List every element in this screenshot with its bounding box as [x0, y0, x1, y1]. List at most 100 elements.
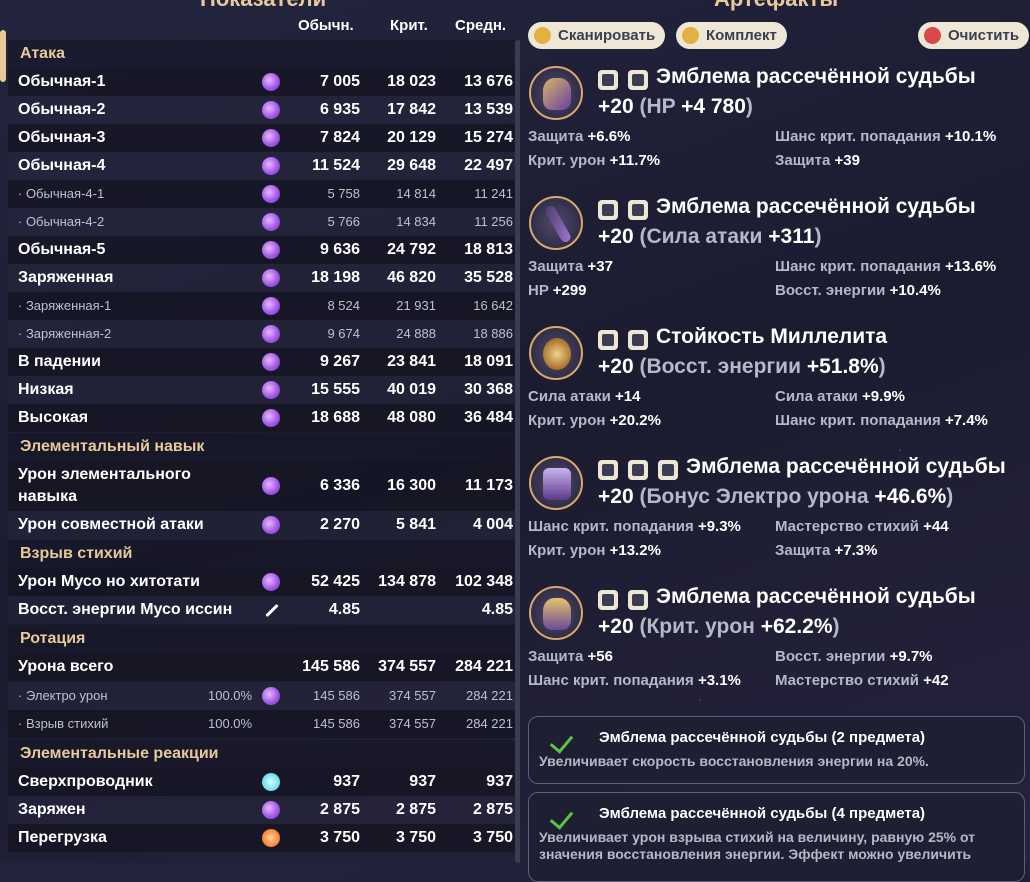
- open-paren: (: [633, 615, 647, 638]
- table-row: Обычная-2 6 935 17 842 13 539: [8, 96, 515, 124]
- lock-icon: [662, 464, 674, 476]
- artifact-card[interactable]: Эмблема рассечённой судьбы +20 (HP +4 780…: [524, 60, 1024, 184]
- artifact-substat: Восст. энергии +10.4%: [775, 282, 941, 299]
- substat-label: Восст. энергии: [775, 648, 890, 665]
- trash-icon: [632, 594, 644, 606]
- substat-label: Шанс крит. попадания: [775, 412, 945, 429]
- scan-button-label: Сканировать: [558, 27, 656, 44]
- row-name: Урон элементального навыка: [18, 466, 191, 505]
- main-stat-name: Бонус Электро урона: [646, 485, 869, 508]
- search-icon: [534, 27, 551, 44]
- set-bonus-description: Увеличивает скорость восстановления энер…: [539, 753, 929, 769]
- edit-button[interactable]: [598, 590, 618, 610]
- value-avg: 4.85: [481, 601, 513, 618]
- stats-panel: Показатели Обычн. Крит. Средн. АтакаОбыч…: [0, 0, 520, 863]
- row-name: Заряжен: [18, 801, 86, 818]
- row-name: · Электро урон: [18, 688, 108, 703]
- value-avg: 11 173: [464, 477, 513, 494]
- table-row: · Обычная-4-1 5 758 14 814 11 241: [8, 180, 515, 208]
- column-header-normal[interactable]: Обычн.: [298, 17, 354, 34]
- delete-button[interactable]: [628, 590, 648, 610]
- artifact-glyph-icon: [543, 204, 573, 244]
- edit-icon: [602, 74, 614, 86]
- delete-button[interactable]: [628, 70, 648, 90]
- checkmark-icon: [549, 805, 574, 830]
- artifact-substat: Шанс крит. попадания +3.1%: [528, 672, 741, 689]
- edit-button[interactable]: [598, 70, 618, 90]
- edit-button[interactable]: [598, 200, 618, 220]
- value-avg: 11 256: [474, 214, 513, 229]
- table-row: Высокая 18 688 48 080 36 484: [8, 404, 515, 432]
- checkmark-icon: [549, 729, 574, 754]
- substat-value: +20.2%: [609, 412, 661, 429]
- artifact-card[interactable]: Эмблема рассечённой судьбы +20 (Сила атак…: [524, 190, 1024, 314]
- substat-label: HP: [528, 282, 553, 299]
- table-row: Перегрузка 3 750 3 750 3 750: [8, 824, 515, 852]
- substat-label: Мастерство стихий: [775, 518, 924, 535]
- scan-button[interactable]: Сканировать: [528, 22, 666, 49]
- table-row: Урон элементального навыка 6 336 16 300 11 …: [8, 461, 515, 511]
- close-paren: ): [814, 225, 822, 248]
- row-name: Сверхпроводник: [18, 773, 153, 790]
- delete-button[interactable]: [628, 330, 648, 350]
- artifact-substat: Защита +7.3%: [775, 542, 877, 559]
- column-header-crit[interactable]: Крит.: [390, 17, 428, 34]
- edit-button[interactable]: [598, 330, 618, 350]
- section-header: Элементальные реакции: [8, 740, 515, 768]
- substat-label: Шанс крит. попадания: [528, 518, 698, 535]
- value-normal: 4.85: [328, 601, 360, 618]
- value-avg: 937: [486, 773, 513, 790]
- stats-title: Показатели: [200, 0, 326, 12]
- table-row: Низкая 15 555 40 019 30 368: [8, 376, 515, 404]
- substat-value: +14: [615, 388, 641, 405]
- edit-icon: [602, 594, 614, 606]
- artifact-card[interactable]: Эмблема рассечённой судьбы +20 (Бонус Эле…: [524, 450, 1024, 574]
- value-avg: 15 274: [464, 129, 513, 146]
- substat-value: +7.4%: [944, 412, 988, 429]
- value-avg: 35 528: [464, 269, 513, 286]
- substat-label: Крит. урон: [528, 412, 610, 429]
- artifact-main-stat: +20 (Крит. урон +62.2%): [598, 615, 840, 639]
- artifact-substat: Восст. энергии +9.7%: [775, 648, 933, 665]
- set-button-label: Комплект: [706, 27, 777, 44]
- delete-button[interactable]: [628, 200, 648, 220]
- set-bonus-name: Эмблема рассечённой судьбы (2 предмета): [599, 729, 926, 746]
- value-avg: 30 368: [464, 381, 513, 398]
- artifact-card[interactable]: Стойкость Миллелита +20 (Восст. энергии +…: [524, 320, 1024, 444]
- main-stat-value: +51.8%: [801, 355, 879, 378]
- row-name: Низкая: [18, 381, 74, 398]
- main-stat-name: Сила атаки: [646, 225, 763, 248]
- row-name: · Обычная-4-2: [18, 214, 105, 229]
- column-header-avg[interactable]: Средн.: [455, 17, 506, 34]
- table-row: · Взрыв стихий 100.0% 145 586 374 557 284 22…: [8, 710, 515, 738]
- table-row: Сверхпроводник 937 937 937: [8, 768, 515, 796]
- delete-button[interactable]: [628, 460, 648, 480]
- artifacts-panel: Артефакты Сканировать Комплект Очистить …: [524, 0, 1030, 882]
- open-paren: (: [633, 485, 647, 508]
- substat-value: +13.6%: [944, 258, 997, 275]
- close-paren: ): [832, 615, 840, 638]
- table-row: · Электро урон 100.0% 145 586 374 557 284 22…: [8, 682, 515, 710]
- value-avg: 102 348: [455, 573, 513, 590]
- artifact-substat: HP +299: [528, 282, 587, 299]
- value-avg: 18 886: [473, 326, 513, 341]
- clear-button[interactable]: Очистить: [918, 22, 1030, 49]
- trash-icon: [632, 204, 644, 216]
- artifact-card[interactable]: Эмблема рассечённой судьбы +20 (Крит. уро…: [524, 580, 1024, 704]
- substat-value: +3.1%: [697, 672, 741, 689]
- table-row: Обычная-3 7 824 20 129 15 274: [8, 124, 515, 152]
- artifact-substat: Шанс крит. попадания +9.3%: [528, 518, 741, 535]
- stats-scrollbar[interactable]: [515, 40, 520, 863]
- edit-button[interactable]: [598, 460, 618, 480]
- artifact-main-stat: +20 (Восст. энергии +51.8%): [598, 355, 886, 379]
- value-avg: 36 484: [464, 409, 513, 426]
- artifact-substat: Мастерство стихий +42: [775, 672, 949, 689]
- set-button[interactable]: Комплект: [676, 22, 787, 49]
- table-row: Восст. энергии Мусо иссин 4.85 4.85: [8, 596, 515, 624]
- substat-value: +10.4%: [889, 282, 941, 299]
- artifacts-title: Артефакты: [714, 0, 838, 12]
- substat-value: +56: [587, 648, 613, 665]
- row-name: Обычная-3: [18, 129, 106, 146]
- lock-button[interactable]: [658, 460, 678, 480]
- substat-value: +44: [923, 518, 949, 535]
